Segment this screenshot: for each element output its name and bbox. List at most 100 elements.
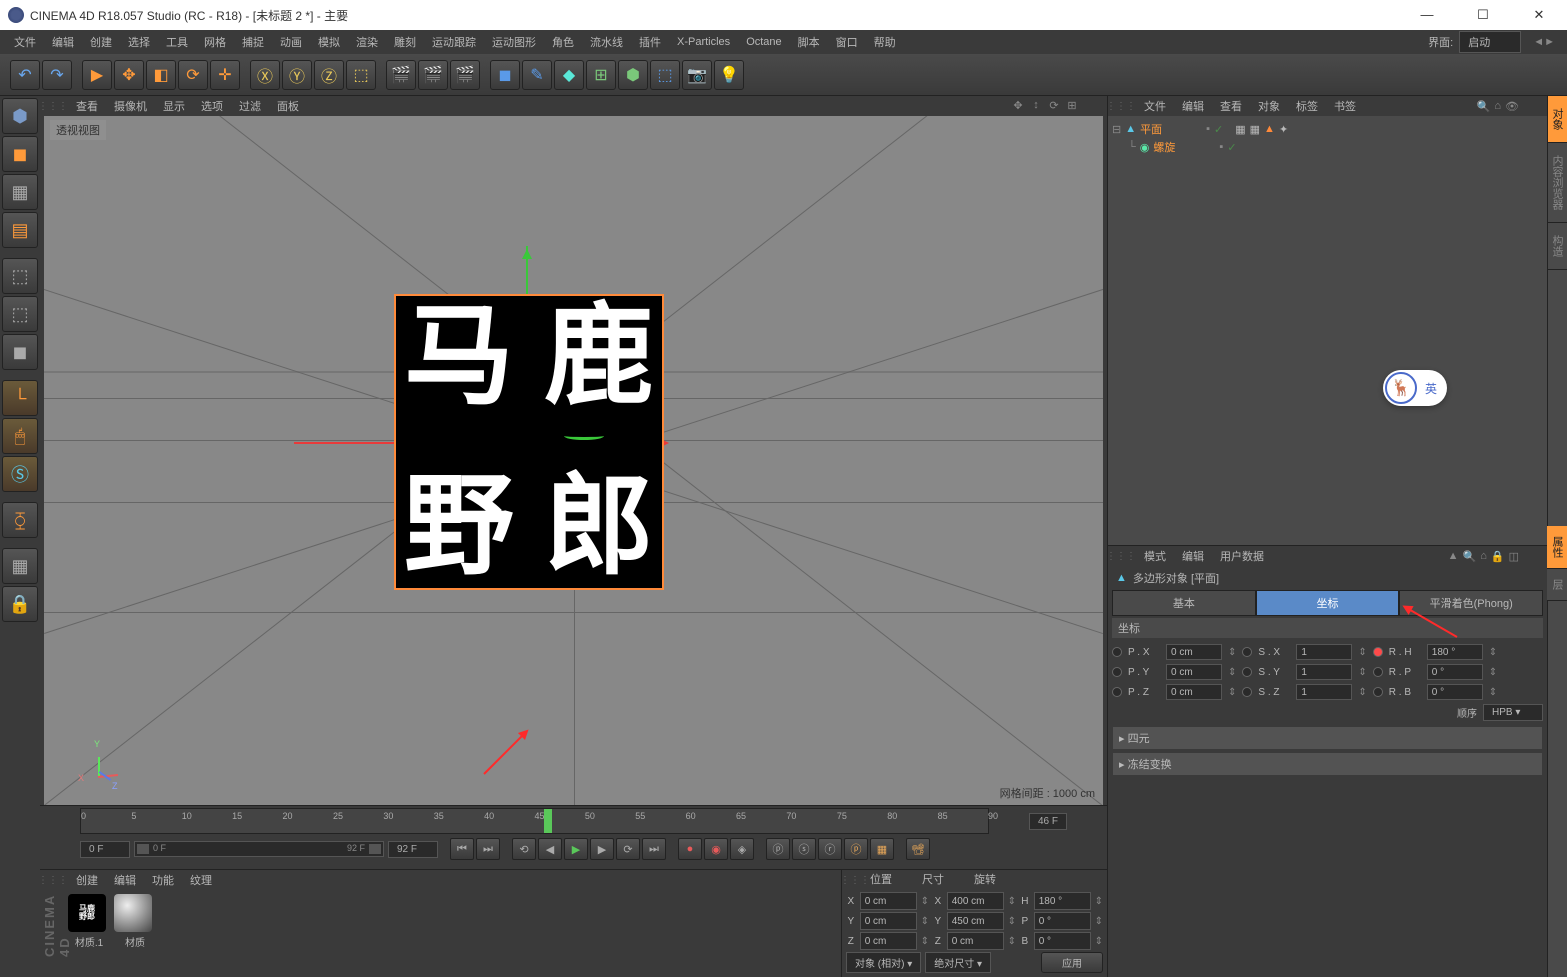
- vp-menu-options[interactable]: 选项: [193, 98, 231, 114]
- menu-select[interactable]: 选择: [120, 34, 158, 50]
- maximize-button[interactable]: ☐: [1463, 0, 1503, 30]
- timeline-playhead[interactable]: [544, 809, 552, 833]
- timeline-range-slider[interactable]: 0 F 92 F: [134, 841, 384, 857]
- nurbs-button[interactable]: ◆: [554, 60, 584, 90]
- tree-row-helix[interactable]: └ ◉ 螺旋 ▪✓: [1112, 138, 1543, 156]
- timeline-ruler[interactable]: 051015202530354045505560657075808590: [80, 808, 989, 834]
- prev-key-button[interactable]: ⟲: [512, 838, 536, 860]
- attr-tab-coord[interactable]: 坐标: [1256, 590, 1400, 616]
- cube-primitive-button[interactable]: ◼: [490, 60, 520, 90]
- array-button[interactable]: ⊞: [586, 60, 616, 90]
- side-tab-attributes[interactable]: 属性: [1547, 526, 1567, 569]
- camera-button[interactable]: 📷: [682, 60, 712, 90]
- coord-apply-button[interactable]: 应用: [1041, 952, 1103, 973]
- menu-render[interactable]: 渲染: [348, 34, 386, 50]
- new-window-icon[interactable]: ◫: [1509, 550, 1519, 563]
- key-pla-button[interactable]: ▦: [870, 838, 894, 860]
- render-view-button[interactable]: 🎬: [386, 60, 416, 90]
- obj-menu-edit[interactable]: 编辑: [1174, 98, 1212, 114]
- menu-mesh[interactable]: 网格: [196, 34, 234, 50]
- menu-sculpt[interactable]: 雕刻: [386, 34, 424, 50]
- menu-character[interactable]: 角色: [544, 34, 582, 50]
- search-icon[interactable]: 🔍: [1459, 550, 1481, 563]
- axis-mode-button[interactable]: └: [2, 380, 38, 416]
- side-tab-layers[interactable]: 层: [1547, 569, 1567, 601]
- menu-simulate[interactable]: 模拟: [310, 34, 348, 50]
- tl-end-field[interactable]: 92 F: [388, 841, 438, 858]
- menu-pipeline[interactable]: 流水线: [582, 34, 631, 50]
- mouse-tool-button[interactable]: 🖱: [2, 418, 38, 454]
- render-settings-button[interactable]: 🎬: [450, 60, 480, 90]
- coord-mode-select[interactable]: 对象 (相对) ▾: [846, 952, 921, 973]
- live-select-button[interactable]: ▶: [82, 60, 112, 90]
- wp-lock-button[interactable]: 🔒: [2, 586, 38, 622]
- vp-menu-view[interactable]: 查看: [68, 98, 106, 114]
- grip-icon[interactable]: ⋮⋮⋮: [1110, 546, 1132, 566]
- poly-mode-button[interactable]: ◼: [2, 334, 38, 370]
- texture-mode-button[interactable]: ▦: [2, 174, 38, 210]
- search-icon[interactable]: 🔍: [1477, 100, 1491, 113]
- grip-icon[interactable]: ⋮⋮⋮: [844, 870, 866, 890]
- obj-menu-bookmarks[interactable]: 书签: [1326, 98, 1364, 114]
- mat-menu-create[interactable]: 创建: [68, 872, 106, 888]
- vp-nav-icon-1[interactable]: ✥: [1011, 99, 1025, 113]
- magnet-button[interactable]: ⧲: [2, 502, 38, 538]
- vp-menu-filter[interactable]: 过滤: [231, 98, 269, 114]
- menu-edit[interactable]: 编辑: [44, 34, 82, 50]
- current-frame-display[interactable]: 46 F: [1029, 813, 1067, 830]
- render-pv-button[interactable]: 🎬: [418, 60, 448, 90]
- light-button[interactable]: 💡: [714, 60, 744, 90]
- mat-menu-edit[interactable]: 编辑: [106, 872, 144, 888]
- edge-mode-button[interactable]: ⬚: [2, 296, 38, 332]
- attr-tab-basic[interactable]: 基本: [1112, 590, 1256, 616]
- y-axis-button[interactable]: Ⓨ: [282, 60, 312, 90]
- home-icon[interactable]: ⌂: [1480, 550, 1487, 562]
- vp-menu-panel[interactable]: 面板: [269, 98, 307, 114]
- menu-file[interactable]: 文件: [6, 34, 44, 50]
- menu-create[interactable]: 创建: [82, 34, 120, 50]
- point-mode-button[interactable]: ⬚: [2, 258, 38, 294]
- right-tab-objects[interactable]: 对象: [1548, 96, 1567, 143]
- obj-menu-tags[interactable]: 标签: [1288, 98, 1326, 114]
- vp-menu-display[interactable]: 显示: [155, 98, 193, 114]
- model-mode-button[interactable]: ◼: [2, 136, 38, 172]
- z-axis-button[interactable]: Ⓩ: [314, 60, 344, 90]
- right-tab-structure[interactable]: 构造: [1548, 223, 1567, 270]
- pen-tool-button[interactable]: ✎: [522, 60, 552, 90]
- timeline-icon-button[interactable]: 📽: [906, 838, 930, 860]
- material-item-2[interactable]: 材质: [114, 894, 156, 973]
- snap-button[interactable]: Ⓢ: [2, 456, 38, 492]
- obj-menu-file[interactable]: 文件: [1136, 98, 1174, 114]
- layout-select[interactable]: 启动: [1459, 31, 1521, 53]
- goto-last-button[interactable]: ⏭: [642, 838, 666, 860]
- grip-icon[interactable]: ⋮⋮⋮: [1110, 96, 1132, 116]
- obj-menu-view[interactable]: 查看: [1212, 98, 1250, 114]
- menu-octane[interactable]: Octane: [738, 36, 789, 48]
- menu-motion-tracker[interactable]: 运动跟踪: [424, 34, 484, 50]
- attr-quaternion-section[interactable]: ▸ 四元: [1113, 727, 1542, 749]
- vp-menu-camera[interactable]: 摄像机: [106, 98, 155, 114]
- key-scale-button[interactable]: ⓢ: [792, 838, 816, 860]
- grip-icon[interactable]: ⋮⋮⋮: [42, 96, 64, 116]
- coord-size-mode-select[interactable]: 绝对尺寸 ▾: [925, 952, 991, 973]
- mat-menu-function[interactable]: 功能: [144, 872, 182, 888]
- vp-nav-icon-4[interactable]: ⊞: [1065, 99, 1079, 113]
- recent-tool-button[interactable]: ✛: [210, 60, 240, 90]
- menu-animate[interactable]: 动画: [272, 34, 310, 50]
- play-button[interactable]: ▶: [564, 838, 588, 860]
- move-button[interactable]: ✥: [114, 60, 144, 90]
- undo-button[interactable]: ↶: [10, 60, 40, 90]
- eye-icon[interactable]: 👁: [1505, 100, 1519, 113]
- key-param-button[interactable]: ⓟ: [844, 838, 868, 860]
- tree-row-plane[interactable]: ⊟ ▲ 平面 ▪✓ ▦▦▲✦: [1112, 120, 1543, 138]
- scale-button[interactable]: ◧: [146, 60, 176, 90]
- redo-button[interactable]: ↷: [42, 60, 72, 90]
- minimize-button[interactable]: —: [1407, 0, 1447, 30]
- attr-menu-edit[interactable]: 编辑: [1174, 548, 1212, 564]
- up-arrow-icon[interactable]: ▲: [1448, 550, 1459, 562]
- attr-menu-userdata[interactable]: 用户数据: [1212, 548, 1272, 564]
- vp-nav-icon-3[interactable]: ⟳: [1047, 99, 1061, 113]
- text-plane-object[interactable]: 马 鹿 野 郎: [394, 294, 664, 590]
- menu-help[interactable]: 帮助: [866, 34, 904, 50]
- attr-freeze-section[interactable]: ▸ 冻结变换: [1113, 753, 1542, 775]
